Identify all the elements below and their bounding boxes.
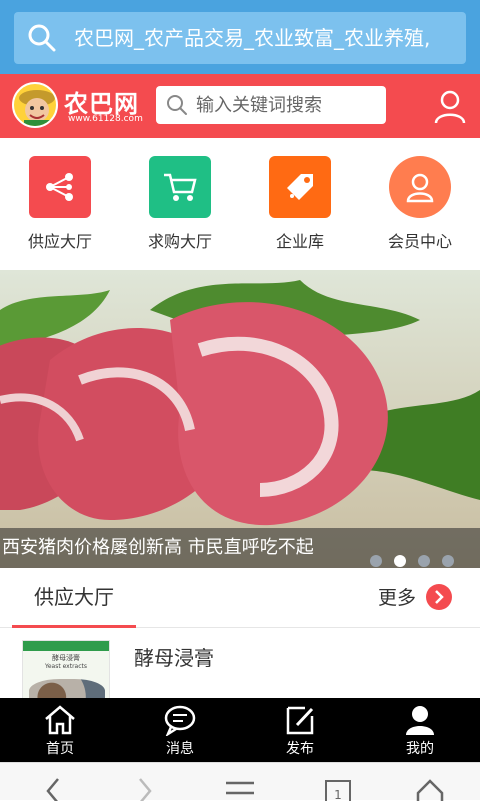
tag-icon <box>269 156 331 218</box>
tab-mine[interactable]: 我的 <box>360 698 480 762</box>
search-icon <box>167 95 187 115</box>
nav-item-enterprise[interactable]: 企业库 <box>252 156 348 256</box>
tab-label: 我的 <box>406 741 434 757</box>
share-icon <box>29 156 91 218</box>
cart-icon <box>149 156 211 218</box>
more-label: 更多 <box>377 587 416 609</box>
thumbnail-subtitle: Yeast extracts <box>44 663 88 670</box>
tab-label: 发布 <box>286 741 314 757</box>
message-icon <box>164 705 196 738</box>
bottom-tabbar: 首页 消息 发布 我的 <box>0 698 480 762</box>
banner-caption: 西安猪肉价格屡创新高 市民直呼吃不起 <box>0 528 480 568</box>
quick-nav: 供应大厅 求购大厅 企业库 会员中心 <box>0 138 480 270</box>
nav-label: 企业库 <box>275 232 324 251</box>
site-logo[interactable]: 农巴网 www.61128.com <box>12 82 152 130</box>
nav-item-supply[interactable]: 供应大厅 <box>12 156 108 256</box>
thumbnail-title: 酵母浸膏 <box>52 654 80 662</box>
svg-text:1: 1 <box>334 788 342 801</box>
nav-label: 供应大厅 <box>27 232 92 251</box>
carousel-dot[interactable] <box>370 555 382 567</box>
site-search-box[interactable] <box>156 86 386 124</box>
forward-icon[interactable] <box>124 777 164 801</box>
person-icon <box>389 156 451 218</box>
logo-url: www.61128.com <box>68 114 143 124</box>
tab-label: 首页 <box>46 741 74 757</box>
carousel-dots <box>358 542 454 568</box>
menu-icon[interactable] <box>220 777 260 801</box>
person-icon <box>406 706 434 735</box>
browser-toolbar: 农巴网_农产品交易_农业致富_农业养殖, <box>0 0 480 74</box>
edit-icon <box>286 706 314 735</box>
chevron-right-icon <box>426 584 452 610</box>
thumbnail-header-bar <box>23 641 109 651</box>
browser-url-text: 农巴网_农产品交易_农业致富_农业养殖, <box>74 26 431 50</box>
tabs-icon[interactable]: 1 <box>318 777 358 801</box>
list-item[interactable]: 酵母浸膏 Yeast extracts 酵母浸膏 <box>0 628 480 698</box>
site-header: 农巴网 www.61128.com <box>0 74 480 138</box>
section-title: 供应大厅 <box>12 568 136 628</box>
carousel-dot[interactable] <box>418 555 430 567</box>
thumbnail-image <box>29 679 105 698</box>
search-input[interactable] <box>196 86 382 124</box>
logo-mascot-icon <box>12 82 58 128</box>
carousel-dot-active[interactable] <box>394 555 406 567</box>
nav-item-purchase[interactable]: 求购大厅 <box>132 156 228 256</box>
tab-label: 消息 <box>166 741 194 757</box>
banner-carousel[interactable]: 西安猪肉价格屡创新高 市民直呼吃不起 <box>0 270 480 568</box>
nav-label: 求购大厅 <box>147 232 212 251</box>
nav-item-member[interactable]: 会员中心 <box>372 156 468 256</box>
back-icon[interactable] <box>34 777 74 801</box>
nav-label: 会员中心 <box>387 232 452 251</box>
home-icon <box>45 705 75 735</box>
section-header: 供应大厅 更多 <box>0 568 480 628</box>
banner-image <box>0 280 480 526</box>
product-thumbnail: 酵母浸膏 Yeast extracts <box>22 640 110 698</box>
user-icon[interactable] <box>434 90 466 124</box>
banner-caption-text: 西安猪肉价格屡创新高 市民直呼吃不起 <box>2 537 314 558</box>
tab-home[interactable]: 首页 <box>0 698 120 762</box>
more-link[interactable]: 更多 <box>378 584 452 612</box>
item-title: 酵母浸膏 <box>134 646 214 670</box>
tab-publish[interactable]: 发布 <box>240 698 360 762</box>
home-icon[interactable] <box>410 777 450 801</box>
browser-url-bar[interactable]: 农巴网_农产品交易_农业致富_农业养殖, <box>14 12 466 64</box>
system-nav-bar: 1 <box>0 762 480 801</box>
carousel-dot[interactable] <box>442 555 454 567</box>
tab-messages[interactable]: 消息 <box>120 698 240 762</box>
search-icon <box>28 24 56 52</box>
